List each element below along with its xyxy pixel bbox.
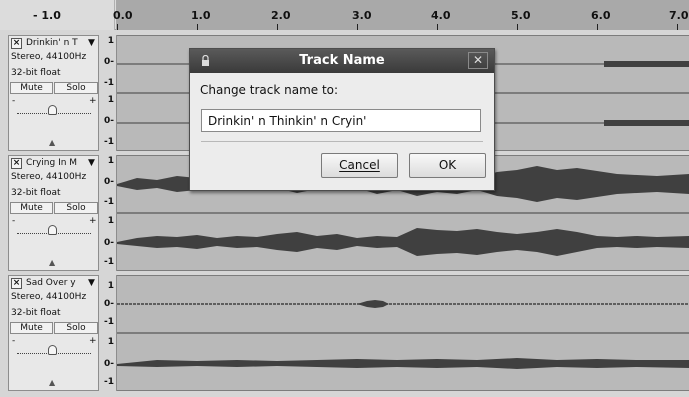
track-control-panel[interactable]: × Crying In M ▼ Stereo, 44100Hz 32-bit f… [8, 155, 99, 271]
track-format: Stereo, 44100Hz [11, 292, 87, 302]
vertical-scale: 1 0- -1 [99, 333, 117, 391]
ruler-tickmark [357, 24, 358, 30]
ruler-left-panel: - 1.0 [0, 0, 115, 30]
ruler-tick-7: 7.0 [669, 9, 689, 22]
ruler-tick-0: 0.0 [113, 9, 133, 22]
ruler-tickmark [277, 24, 278, 30]
track-format: Stereo, 44100Hz [11, 52, 87, 62]
close-icon[interactable]: ✕ [468, 52, 488, 69]
scale-label: 0- [104, 57, 114, 67]
track-format: Stereo, 44100Hz [11, 172, 87, 182]
vertical-scale: 1 0- -1 [99, 93, 117, 151]
ruler-tickmark [597, 24, 598, 30]
mute-button[interactable]: Mute [10, 202, 53, 214]
scale-label: 0- [104, 116, 114, 126]
ruler-tickmark [437, 24, 438, 30]
track-control-panel[interactable]: × Sad Over y ▼ Stereo, 44100Hz 32-bit fl… [8, 275, 99, 391]
ruler-tickmark [677, 24, 678, 30]
lock-icon [202, 55, 209, 66]
mute-button[interactable]: Mute [10, 322, 53, 334]
scale-label: 0- [104, 359, 114, 369]
scale-label: -1 [104, 78, 114, 88]
ruler-left-label: - 1.0 [33, 9, 61, 22]
vertical-scale: 1 0- -1 [99, 275, 117, 333]
ruler-tick-5: 5.0 [511, 9, 531, 22]
scale-label: 1 [107, 156, 114, 166]
scale-label: -1 [104, 137, 114, 147]
scale-label: 1 [107, 216, 114, 226]
ruler-tickmark [117, 24, 118, 30]
ok-button[interactable]: OK [409, 153, 486, 178]
waveform-channel[interactable] [117, 333, 689, 391]
track-name-menu[interactable]: Crying In M [26, 158, 86, 168]
rename-prompt: Change track name to: [200, 83, 339, 97]
ok-button-label: OK [438, 158, 457, 172]
ruler-time-area[interactable]: 0.0 1.0 2.0 3.0 4.0 5.0 6.0 7.0 [113, 0, 689, 30]
ruler-tickmark [517, 24, 518, 30]
waveform [117, 300, 689, 308]
scale-label: 1 [107, 337, 114, 347]
scale-label: -1 [104, 197, 114, 207]
ruler-tick-1: 1.0 [191, 9, 211, 22]
track-name-menu[interactable]: Drinkin' n T [26, 38, 86, 48]
scale-label: 0- [104, 177, 114, 187]
scale-label: 1 [107, 36, 114, 46]
track-bitdepth: 32-bit float [11, 188, 61, 198]
gain-minus-label: - [12, 96, 16, 106]
gain-plus-label: + [89, 216, 97, 226]
gain-slider-thumb[interactable] [48, 345, 57, 355]
dialog-title: Track Name [299, 53, 385, 68]
waveform [117, 228, 689, 256]
scale-label: -1 [104, 317, 114, 327]
scale-label: 1 [107, 281, 114, 291]
dialog-titlebar[interactable]: Track Name [190, 49, 494, 73]
track-name-input[interactable] [201, 109, 481, 132]
gain-slider-thumb[interactable] [48, 225, 57, 235]
vertical-scale: 1 0- -1 [99, 213, 117, 271]
ruler-tick-4: 4.0 [431, 9, 451, 22]
track-control-panel[interactable]: × Drinkin' n T ▼ Stereo, 44100Hz 32-bit … [8, 35, 99, 151]
vertical-scale: 1 0- -1 [99, 155, 117, 213]
scale-label: -1 [104, 257, 114, 267]
waveform-channel[interactable] [117, 275, 689, 333]
ruler-tickmark [197, 24, 198, 30]
gain-minus-label: - [12, 216, 16, 226]
close-track-icon[interactable]: × [11, 38, 22, 49]
collapse-track-icon[interactable]: ▲ [49, 138, 55, 147]
scale-label: 0- [104, 238, 114, 248]
timeline-ruler[interactable]: - 1.0 0.0 1.0 2.0 3.0 4.0 5.0 6.0 7.0 [0, 0, 689, 30]
track-name-dialog[interactable]: Track Name ✕ Change track name to: Cance… [189, 48, 495, 191]
track-name-menu[interactable]: Sad Over y [26, 278, 86, 288]
collapse-track-icon[interactable]: ▲ [49, 378, 55, 387]
track-bitdepth: 32-bit float [11, 68, 61, 78]
gain-plus-label: + [89, 96, 97, 106]
waveform [117, 358, 689, 369]
gain-plus-label: + [89, 336, 97, 346]
dropdown-arrow-icon[interactable]: ▼ [88, 38, 95, 48]
cancel-button-label: Cancel [339, 158, 380, 172]
vertical-scale: 1 0- -1 [99, 35, 117, 93]
mute-button[interactable]: Mute [10, 82, 53, 94]
ruler-tick-2: 2.0 [271, 9, 291, 22]
waveform-channel[interactable] [117, 213, 689, 271]
dropdown-arrow-icon[interactable]: ▼ [88, 158, 95, 168]
close-track-icon[interactable]: × [11, 278, 22, 289]
solo-button[interactable]: Solo [54, 82, 98, 94]
gain-minus-label: - [12, 336, 16, 346]
close-track-icon[interactable]: × [11, 158, 22, 169]
cancel-button[interactable]: Cancel [321, 153, 398, 178]
solo-button[interactable]: Solo [54, 322, 98, 334]
scale-label: 1 [107, 95, 114, 105]
scale-label: 0- [104, 299, 114, 309]
ruler-tick-3: 3.0 [352, 9, 372, 22]
collapse-track-icon[interactable]: ▲ [49, 258, 55, 267]
ruler-tick-6: 6.0 [591, 9, 611, 22]
dialog-separator [201, 141, 483, 142]
gain-slider-thumb[interactable] [48, 105, 57, 115]
track-bitdepth: 32-bit float [11, 308, 61, 318]
scale-label: -1 [104, 377, 114, 387]
solo-button[interactable]: Solo [54, 202, 98, 214]
dropdown-arrow-icon[interactable]: ▼ [88, 278, 95, 288]
